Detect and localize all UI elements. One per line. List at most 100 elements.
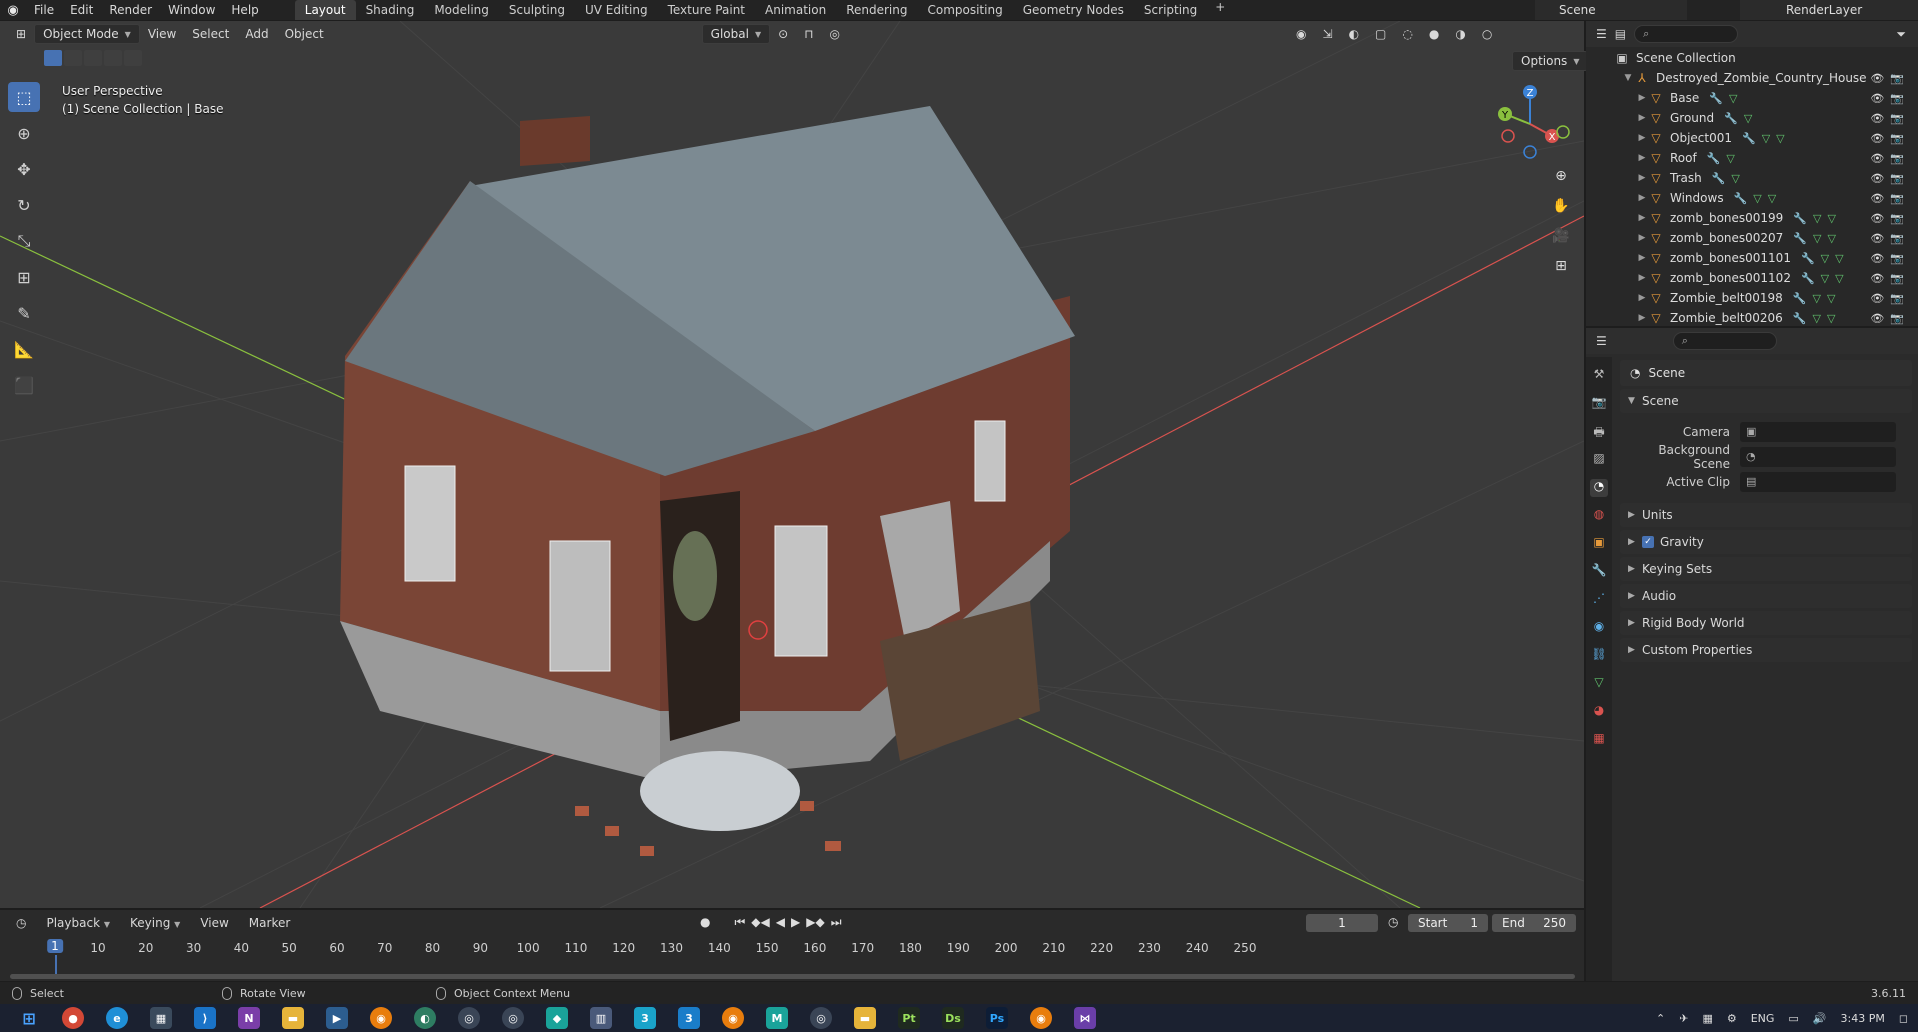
overlay-toggle-icon[interactable]: ◐ [1341,27,1367,41]
camera-field[interactable]: ▣ [1740,421,1896,442]
keying-sets-section-header[interactable]: ▶ Keying Sets [1620,557,1912,581]
blender-app-icon-2[interactable]: ◉ [722,1007,744,1029]
next-keyframe-icon[interactable]: ▶◆ [806,915,824,930]
outliner-item[interactable]: ▶ ▽ Roof 🔧▽ 👁📷 [1586,148,1918,168]
substance-painter-icon[interactable]: Pt [898,1007,920,1029]
tab-modeling[interactable]: Modeling [424,0,499,20]
annotate-tool-icon[interactable]: ✎ [8,298,40,328]
menu-file[interactable]: File [26,0,62,20]
chevron-right-icon[interactable]: ▶ [1636,313,1648,323]
xray-icon[interactable]: ▢ [1367,27,1394,41]
select-extend-icon[interactable] [64,50,82,66]
cursor-tool-icon[interactable]: ⊕ [8,118,40,148]
jump-start-icon[interactable]: ⏮ [734,915,745,930]
zoom-icon[interactable]: ⊕ [1550,168,1572,188]
data-tab-icon[interactable]: ▽ [1590,675,1608,693]
neg-x-axis-handle[interactable] [1501,129,1515,143]
visibility-toggles[interactable]: 👁📷 [1870,152,1910,165]
move-tool-icon[interactable]: ✥ [8,154,40,184]
play-reverse-icon[interactable]: ◀ [776,915,785,930]
scene-collection-row[interactable]: ▣ Scene Collection [1586,48,1918,68]
visibility-toggles[interactable]: 👁📷 [1870,212,1910,225]
tab-scripting[interactable]: Scripting [1134,0,1207,20]
measure-tool-icon[interactable]: 📐 [8,334,40,364]
gravity-checkbox[interactable]: ✓ [1642,536,1654,548]
tab-uv-editing[interactable]: UV Editing [575,0,658,20]
outliner-search-input[interactable]: ⌕ [1634,25,1739,43]
app-icon-3ds-max[interactable]: 3 [634,1007,656,1029]
end-frame-field[interactable]: End 250 [1492,914,1576,932]
app-icon-3ds-max-2[interactable]: 3 [678,1007,700,1029]
menu-edit[interactable]: Edit [62,0,101,20]
tab-sculpting[interactable]: Sculpting [499,0,575,20]
clock[interactable]: 3:43 PM [1841,1012,1885,1025]
shading-rendered-icon[interactable]: ○ [1474,27,1500,41]
camera-view-icon[interactable]: 🎥 [1550,228,1572,248]
visibility-toggles[interactable]: 👁📷 [1870,72,1910,85]
units-section-header[interactable]: ▶ Units [1620,503,1912,527]
physics-tab-icon[interactable]: ◉ [1590,619,1608,637]
tab-shading[interactable]: Shading [356,0,425,20]
visibility-toggles[interactable]: 👁📷 [1870,232,1910,245]
prev-keyframe-icon[interactable]: ◆◀ [751,915,769,930]
menu-help[interactable]: Help [223,0,266,20]
view-layer-tab-icon[interactable]: ▨ [1590,451,1608,469]
outliner-item[interactable]: ▶ ▽ Ground 🔧▽ 👁📷 [1586,108,1918,128]
jump-end-icon[interactable]: ⏭ [831,915,842,930]
tab-geometry-nodes[interactable]: Geometry Nodes [1013,0,1134,20]
chevron-down-icon[interactable]: ▼ [1622,73,1634,83]
visibility-toggles[interactable]: 👁📷 [1870,172,1910,185]
shading-solid-icon[interactable]: ● [1421,27,1447,41]
menu-select[interactable]: Select [184,27,237,41]
scene-section-header[interactable]: ▼ Scene [1620,389,1912,413]
app-icon-obs[interactable]: ◎ [458,1007,480,1029]
app-icon-green[interactable]: ◐ [414,1007,436,1029]
start-frame-field[interactable]: Start 1 [1408,914,1488,932]
view-layer-selector[interactable]: RenderLayer [1740,0,1918,20]
blender-active-icon[interactable]: ◉ [1030,1007,1052,1029]
rotate-tool-icon[interactable]: ↻ [8,190,40,220]
navigation-gizmo[interactable]: Z Y X [1490,84,1570,164]
object-tab-icon[interactable]: ▣ [1590,535,1608,553]
perspective-toggle-icon[interactable]: ⊞ [1550,258,1572,278]
visibility-toggles[interactable]: 👁📷 [1870,132,1910,145]
chevron-right-icon[interactable]: ▶ [1636,213,1648,223]
select-intersect-icon[interactable] [124,50,142,66]
menu-render[interactable]: Render [101,0,160,20]
properties-search-input[interactable]: ⌕ [1672,332,1777,350]
app-icon-media[interactable]: ▥ [590,1007,612,1029]
proportional-edit-icon[interactable]: ◎ [822,27,848,41]
outliner-item[interactable]: ▶ ▽ zomb_bones00199 🔧▽▽ 👁📷 [1586,208,1918,228]
active-clip-field[interactable]: ▤ [1740,471,1896,492]
outliner-item[interactable]: ▶ ▽ zomb_bones001102 🔧▽▽ 👁📷 [1586,268,1918,288]
custom-properties-section-header[interactable]: ▶ Custom Properties [1620,638,1912,662]
snap-icon[interactable]: ⊓ [796,27,821,41]
visibility-toggles[interactable]: 👁📷 [1870,92,1910,105]
visibility-toggles[interactable]: 👁📷 [1870,252,1910,265]
visual-studio-icon[interactable]: ⋈ [1074,1007,1096,1029]
visibility-toggles[interactable]: 👁📷 [1870,192,1910,205]
menu-add[interactable]: Add [237,27,276,41]
telegram-icon[interactable]: ✈ [1679,1012,1688,1025]
options-button[interactable]: Options ▼ [1512,51,1589,71]
add-cube-tool-icon[interactable]: ⬛ [8,370,40,400]
blender-logo-icon[interactable]: ◉ [0,0,26,20]
playhead[interactable] [55,955,57,975]
visual-studio-code-icon[interactable]: ⟩ [194,1007,216,1029]
material-tab-icon[interactable]: ◕ [1590,703,1608,721]
filter-icon[interactable]: ⏷ [1896,27,1906,42]
display-mode-icon[interactable]: ▤ [1615,27,1626,41]
3d-viewport[interactable] [0,21,1584,908]
select-new-icon[interactable] [44,50,62,66]
tab-layout[interactable]: Layout [294,0,356,20]
select-subtract-icon[interactable] [84,50,102,66]
tab-compositing[interactable]: Compositing [917,0,1012,20]
output-tab-icon[interactable]: 🖶 [1590,423,1608,441]
current-frame-marker[interactable]: 1 [47,939,63,953]
chrome-icon[interactable]: ● [62,1007,84,1029]
neg-z-axis-handle[interactable] [1523,145,1537,159]
menu-view[interactable]: View [140,27,184,41]
collection-row[interactable]: ▼ ⅄ Destroyed_Zombie_Country_House 👁📷 [1586,68,1918,88]
display-icon[interactable]: ▭ [1788,1012,1798,1025]
current-frame-field[interactable]: 1 [1306,914,1378,932]
